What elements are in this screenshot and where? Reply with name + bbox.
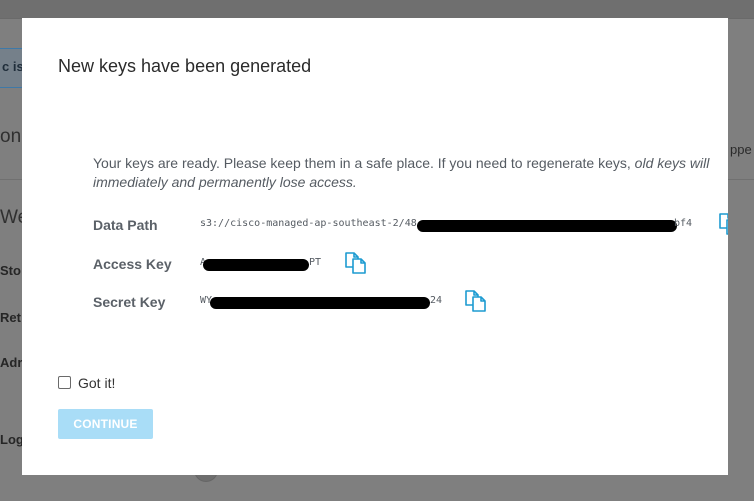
- copy-access-key-icon[interactable]: [343, 250, 369, 276]
- copy-data-path-icon[interactable]: [717, 211, 728, 237]
- copy-secret-key-icon[interactable]: [463, 288, 489, 314]
- continue-button[interactable]: CONTINUE: [58, 409, 153, 439]
- got-it-label[interactable]: Got it!: [78, 375, 115, 391]
- dialog-message: Your keys are ready. Please keep them in…: [93, 154, 728, 192]
- data-path-label: Data Path: [93, 217, 158, 233]
- background-top-bar: [0, 0, 754, 19]
- redaction-bar: [210, 297, 430, 309]
- message-emphasis-1: old keys will: [634, 155, 710, 171]
- background-section-text: on: [0, 126, 22, 147]
- dialog-title: New keys have been generated: [58, 56, 312, 76]
- redaction-bar: [417, 220, 677, 232]
- message-emphasis-2: immediately and permanently lose access.: [93, 174, 357, 190]
- background-field-3: Adr: [0, 355, 23, 370]
- data-path-value-suffix: bf4: [674, 218, 693, 229]
- background-field-1: Sto: [0, 263, 21, 278]
- got-it-checkbox[interactable]: [58, 376, 71, 389]
- data-path-value-prefix: s3://cisco-managed-ap-southeast-2/48: [200, 218, 417, 229]
- background-field-4: Log: [0, 432, 24, 447]
- secret-key-row: Secret Key WY 24: [93, 291, 473, 315]
- secret-key-value-suffix: 24: [430, 295, 443, 306]
- access-key-row: Access Key A PT: [93, 253, 353, 277]
- redaction-bar: [203, 259, 309, 271]
- access-key-value-suffix: PT: [309, 257, 322, 268]
- secret-key-label: Secret Key: [93, 294, 166, 310]
- keys-generated-dialog: New keys have been generated Your keys a…: [22, 18, 728, 475]
- access-key-label: Access Key: [93, 256, 172, 272]
- background-right-text: ppe: [730, 142, 752, 157]
- message-text: Your keys are ready. Please keep them in…: [93, 155, 635, 171]
- data-path-row: Data Path s3://cisco-managed-ap-southeas…: [93, 214, 728, 238]
- background-field-2: Ret: [0, 310, 21, 325]
